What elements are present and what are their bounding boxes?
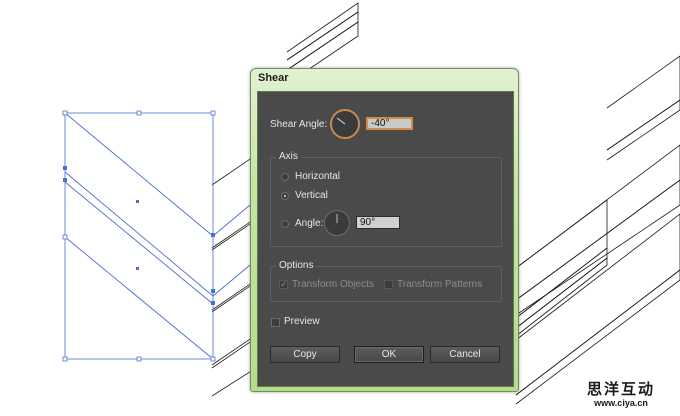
- watermark-url: www.ciya.cn: [594, 398, 648, 408]
- shear-angle-label: Shear Angle:: [270, 119, 328, 130]
- selection-handle[interactable]: [136, 356, 142, 362]
- axis-horizontal-radio[interactable]: [281, 173, 289, 181]
- axis-angle-input[interactable]: 90°: [356, 216, 400, 229]
- anchor-point: [63, 166, 67, 170]
- axis-group-label: Axis: [276, 151, 301, 162]
- axis-vertical-label[interactable]: Vertical: [295, 190, 328, 201]
- shear-angle-dial[interactable]: [330, 109, 360, 139]
- anchor-point: [63, 178, 67, 182]
- selection-handle[interactable]: [62, 110, 68, 116]
- selection-handle[interactable]: [62, 356, 68, 362]
- dialog-body: Shear Angle: -40° Axis Horizontal Vertic…: [257, 91, 514, 387]
- selection-handle[interactable]: [210, 356, 216, 362]
- watermark: 思洋互动 www.ciya.cn: [566, 378, 676, 408]
- axis-vertical-radio[interactable]: [281, 192, 289, 200]
- shear-angle-input[interactable]: -40°: [366, 117, 413, 130]
- options-group-label: Options: [276, 260, 317, 271]
- axis-angle-radio[interactable]: [281, 220, 289, 228]
- dialog-title: Shear: [258, 72, 289, 84]
- shear-dialog[interactable]: Shear Shear Angle: -40° Axis Horizontal …: [250, 68, 519, 392]
- selected-object[interactable]: [62, 110, 251, 362]
- options-group: Options ✓ Transform Objects Transform Pa…: [270, 260, 502, 302]
- selection-handle[interactable]: [210, 110, 216, 116]
- watermark-brand: 思洋互动: [586, 380, 655, 398]
- dial-needle-icon: [336, 117, 346, 125]
- preview-checkbox[interactable]: [271, 318, 280, 327]
- transform-objects-checkbox[interactable]: ✓: [279, 280, 288, 289]
- copy-button[interactable]: Copy: [270, 346, 340, 363]
- axis-angle-dial[interactable]: [324, 210, 350, 236]
- anchor-point: [211, 301, 215, 305]
- anchor-point: [211, 289, 215, 293]
- preview-label[interactable]: Preview: [284, 316, 320, 327]
- axis-angle-label[interactable]: Angle:: [295, 218, 323, 229]
- selection-handle[interactable]: [136, 110, 142, 116]
- transform-objects-label[interactable]: Transform Objects: [292, 279, 374, 290]
- dial-needle-icon: [336, 214, 338, 223]
- transform-patterns-checkbox[interactable]: [384, 280, 393, 289]
- axis-group: Axis Horizontal Vertical Angle: 90°: [270, 151, 502, 247]
- center-point: [136, 267, 139, 270]
- axis-horizontal-label[interactable]: Horizontal: [295, 171, 340, 182]
- center-point: [136, 200, 139, 203]
- ok-button[interactable]: OK: [354, 346, 424, 363]
- transform-patterns-label[interactable]: Transform Patterns: [397, 279, 482, 290]
- anchor-point: [211, 233, 215, 237]
- selection-handle[interactable]: [62, 234, 68, 240]
- cancel-button[interactable]: Cancel: [430, 346, 500, 363]
